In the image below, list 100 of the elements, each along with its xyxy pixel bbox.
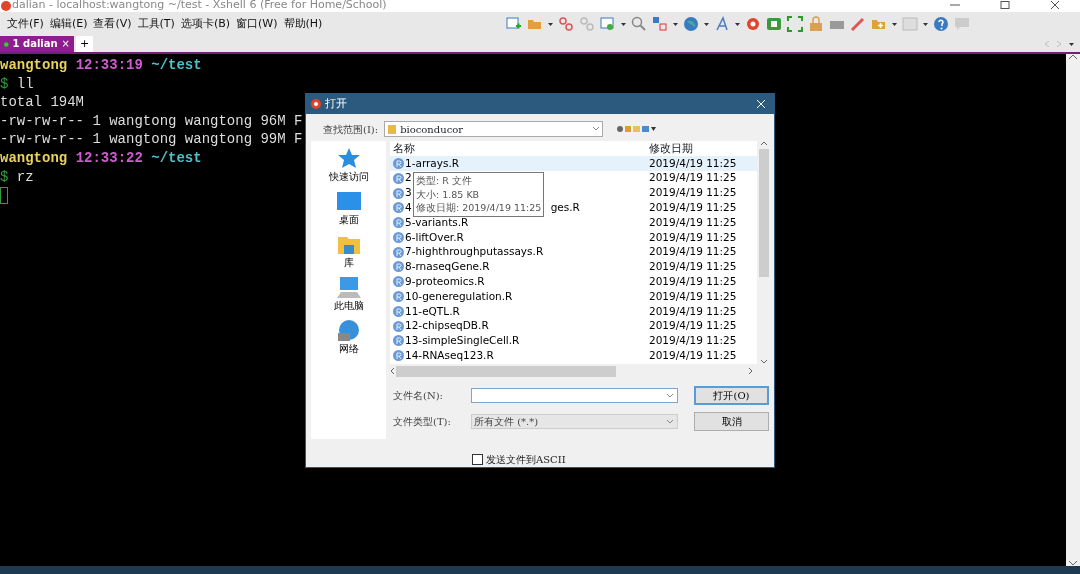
terminal-text: ~/test xyxy=(151,57,202,73)
menu-item[interactable]: 帮助(H) xyxy=(280,15,326,33)
tooltip: 类型: R 文件 大小: 1.85 KB 修改日期: 2019/4/19 11:25 xyxy=(413,172,545,217)
menu-item[interactable]: 查看(V) xyxy=(90,15,135,33)
filetype-label: 文件类型(T): xyxy=(393,415,452,429)
terminal-text: rz xyxy=(16,168,34,185)
look-in-label: 查找范围(I): xyxy=(323,122,379,137)
view-menu-icon[interactable] xyxy=(642,126,657,132)
terminal-text: wangtong xyxy=(0,57,68,73)
scroll-down-icon[interactable] xyxy=(1069,561,1077,566)
r-file-icon xyxy=(393,291,404,303)
scrollbar[interactable] xyxy=(1066,54,1080,566)
caret-icon[interactable] xyxy=(923,22,928,26)
session-tab[interactable]: 1 dalian × xyxy=(0,36,74,52)
filename-field[interactable] xyxy=(471,388,678,403)
caret-icon[interactable] xyxy=(621,22,626,26)
terminal-text: $ xyxy=(0,168,9,185)
r-file-icon xyxy=(393,246,404,258)
column-header[interactable]: 修改日期 xyxy=(649,140,757,157)
file-row[interactable]: 14-RNAseq123.R 2019/4/19 11:25 xyxy=(390,348,757,364)
new-tab-button[interactable]: + xyxy=(76,36,94,52)
caret-icon xyxy=(667,393,673,398)
caret-icon[interactable] xyxy=(704,22,709,26)
file-row[interactable]: 9-proteomics.R 2019/4/19 11:25 xyxy=(390,274,757,290)
r-file-icon xyxy=(393,261,404,273)
desktop-icon xyxy=(336,190,361,212)
file-row[interactable]: 8-rnaseqGene.R 2019/4/19 11:25 xyxy=(390,259,757,275)
column-header[interactable]: 名称 xyxy=(390,140,649,157)
caret-icon[interactable] xyxy=(1069,42,1074,46)
file-row[interactable]: 1-arrays.R 2019/4/19 11:25 xyxy=(390,156,757,171)
caret-icon[interactable] xyxy=(548,22,553,26)
r-file-icon xyxy=(393,157,404,169)
r-file-icon xyxy=(393,172,404,184)
caret-icon[interactable] xyxy=(673,22,678,26)
caret-icon xyxy=(593,127,600,131)
r-file-icon xyxy=(393,320,404,332)
scroll-left-icon[interactable] xyxy=(390,368,394,374)
search-icon[interactable] xyxy=(631,16,647,32)
font-icon[interactable] xyxy=(714,16,730,32)
r-file-icon xyxy=(393,202,404,214)
terminal-text: wangtong xyxy=(0,149,68,166)
open-button[interactable]: 打开(O) xyxy=(694,386,769,405)
menu-item[interactable]: 选项卡(B) xyxy=(177,15,234,33)
terminal-text: -rw-rw-r-- 1 wangtong wangtong 99M F xyxy=(0,131,303,148)
caret-icon xyxy=(667,419,673,424)
caret-icon[interactable] xyxy=(735,22,740,26)
help-icon[interactable] xyxy=(933,16,949,32)
link-icon[interactable] xyxy=(558,16,574,32)
caret-icon[interactable] xyxy=(892,22,897,26)
r-file-icon xyxy=(393,217,404,229)
tab-close-button[interactable]: × xyxy=(61,39,70,49)
look-in-dropdown[interactable]: bioconducor xyxy=(384,121,604,137)
file-row[interactable]: 10-generegulation.R 2019/4/19 11:25 xyxy=(390,289,757,304)
scroll-up-icon[interactable] xyxy=(761,141,767,145)
lock-icon[interactable] xyxy=(808,16,824,32)
fullscreen-icon[interactable] xyxy=(787,16,803,32)
terminal-text: 12:33:22 xyxy=(75,149,143,166)
place-item[interactable]: 库 xyxy=(336,233,361,270)
place-item[interactable]: 快速访问 xyxy=(328,147,369,184)
settings-icon[interactable] xyxy=(600,16,616,32)
layout-icon[interactable] xyxy=(652,16,668,32)
r-file-icon xyxy=(393,335,404,347)
file-row[interactable]: 12-chipseqDB.R 2019/4/19 11:25 xyxy=(390,318,757,334)
globe-icon xyxy=(336,319,361,341)
cancel-button[interactable]: 取消 xyxy=(694,412,769,431)
r-file-icon xyxy=(393,305,404,317)
maximize-icon[interactable] xyxy=(1000,1,1010,11)
terminal-text: ll xyxy=(16,75,34,92)
folder-icon xyxy=(388,124,397,134)
file-row[interactable]: 6-liftOver.R 2019/4/19 11:25 xyxy=(390,230,757,245)
scroll-right-icon[interactable] xyxy=(749,368,753,374)
globe-icon[interactable] xyxy=(683,16,699,32)
terminal-text: 12:33:19 xyxy=(75,57,143,73)
computer-icon xyxy=(336,276,361,298)
menu-item[interactable]: 文件(F) xyxy=(4,15,47,33)
close-icon[interactable] xyxy=(1050,1,1060,11)
filename-label: 文件名(N): xyxy=(393,389,444,403)
menu-item[interactable]: 工具(T) xyxy=(134,15,178,33)
place-item[interactable]: 桌面 xyxy=(336,190,361,227)
checkbox[interactable] xyxy=(472,454,483,465)
file-row[interactable]: 7-highthroughputassays.R 2019/4/19 11:25 xyxy=(390,244,757,260)
app-logo-icon xyxy=(0,1,12,11)
checkbox-label: 发送文件到ASCII xyxy=(486,453,566,467)
r-file-icon xyxy=(393,187,404,199)
r-file-icon xyxy=(393,231,404,243)
scroll-up-icon[interactable] xyxy=(1069,54,1077,59)
menu-item[interactable]: 编辑(E) xyxy=(46,15,91,33)
place-item[interactable]: 网络 xyxy=(336,319,361,356)
menu-item[interactable]: 窗口(W) xyxy=(233,15,281,33)
new-session-icon[interactable] xyxy=(506,16,522,32)
dialog-title: 打开 xyxy=(325,96,347,112)
filetype-dropdown[interactable]: 所有文件 (*.*) xyxy=(471,414,678,429)
place-item[interactable]: 此电脑 xyxy=(333,276,364,313)
scroll-down-icon[interactable] xyxy=(761,360,767,364)
file-row[interactable]: 13-simpleSingleCell.R 2019/4/19 11:25 xyxy=(390,333,757,349)
terminal-text: -rw-rw-r-- 1 wangtong wangtong 96M F xyxy=(0,112,303,129)
star-icon xyxy=(336,147,361,169)
file-row[interactable]: 11-eQTL.R 2019/4/19 11:25 xyxy=(390,303,757,319)
status-dot-icon xyxy=(4,41,9,47)
terminal-text: $ xyxy=(0,75,9,92)
